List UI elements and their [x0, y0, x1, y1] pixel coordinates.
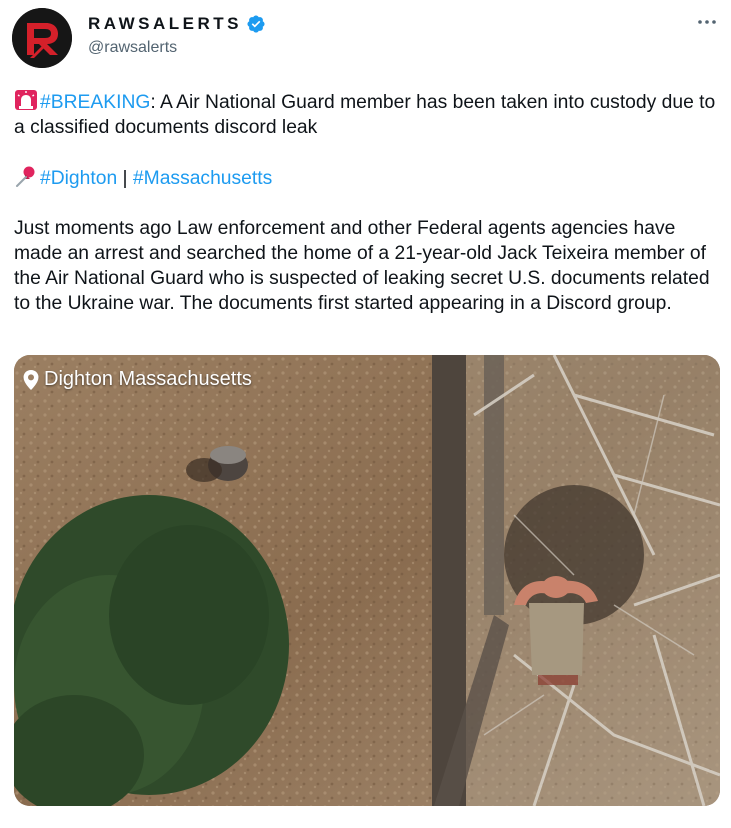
more-options-button[interactable]: [695, 10, 719, 34]
tweet-headline: #BREAKING: A Air National Guard member h…: [14, 89, 717, 140]
pushpin-emoji-icon: [16, 166, 35, 187]
hashtag-breaking[interactable]: #BREAKING: [40, 92, 150, 113]
siren-emoji-icon: [15, 90, 37, 110]
author-handle[interactable]: @rawsalerts: [88, 39, 266, 57]
author-avatar[interactable]: [12, 8, 72, 68]
hashtag-massachusetts[interactable]: #Massachusetts: [133, 168, 272, 189]
aerial-photo: [14, 355, 720, 806]
hashtag-dighton[interactable]: #Dighton: [40, 168, 117, 189]
verified-badge-icon: [247, 15, 265, 33]
tweet-location-tags: #Dighton | #Massachusetts: [14, 165, 717, 191]
tweet-body: Just moments ago Law enforcement and oth…: [14, 218, 710, 314]
more-options-icon: [698, 20, 716, 24]
author-display-name[interactable]: RAWSALERTS: [88, 14, 242, 34]
location-overlay: Dighton Massachusetts: [22, 368, 252, 391]
author-info: RAWSALERTS @rawsalerts: [88, 12, 266, 57]
location-label: Dighton Massachusetts: [44, 368, 252, 390]
tweet-text: #BREAKING: A Air National Guard member h…: [14, 89, 717, 316]
location-pin-icon: [23, 369, 39, 390]
raws-logo-icon: [12, 8, 72, 68]
tweet-media-video[interactable]: Dighton Massachusetts: [14, 355, 720, 806]
hashtag-separator: |: [117, 168, 133, 189]
